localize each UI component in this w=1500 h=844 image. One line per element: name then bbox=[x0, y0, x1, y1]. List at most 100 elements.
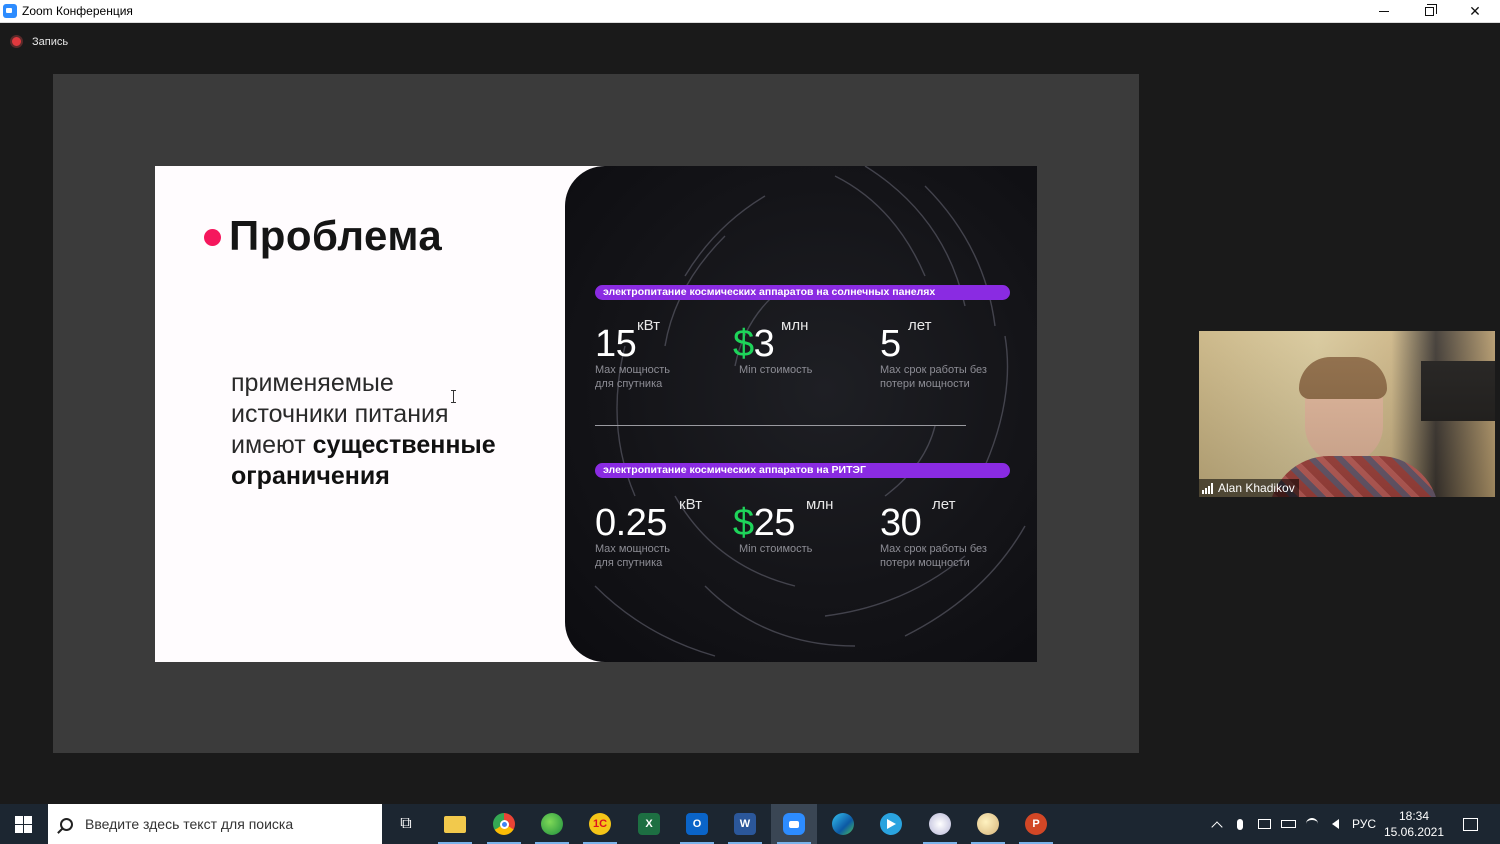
taskbar-app-file-explorer[interactable] bbox=[432, 804, 478, 844]
stat-description: Max мощность для спутника bbox=[595, 363, 725, 391]
restore-icon bbox=[1424, 4, 1437, 16]
task-view-icon: ⧉ bbox=[400, 815, 412, 832]
taskbar-app-maps[interactable] bbox=[529, 804, 575, 844]
stat-unit: лет bbox=[908, 317, 932, 334]
dollar-sign: $ bbox=[733, 502, 754, 544]
language-indicator[interactable]: РУС bbox=[1348, 804, 1380, 844]
taskbar-search[interactable] bbox=[48, 804, 382, 844]
minimize-button[interactable] bbox=[1361, 0, 1407, 23]
stat-number: 3 bbox=[753, 323, 775, 365]
taskbar-app-powerpoint[interactable]: P bbox=[1013, 804, 1059, 844]
stat-description: Min стоимость bbox=[739, 363, 869, 377]
zoom-icon bbox=[783, 813, 805, 835]
title-bullet-icon bbox=[204, 229, 221, 246]
chrome-icon bbox=[493, 813, 515, 835]
wifi-icon bbox=[1306, 818, 1318, 830]
meeting-area: Запись Проблема применяемые источники пи… bbox=[0, 23, 1500, 804]
body-line-3-bold: существенные bbox=[312, 431, 496, 459]
taskbar-app-rocket[interactable] bbox=[917, 804, 963, 844]
body-line-3: имеют существенные bbox=[231, 430, 561, 461]
slide-title: Проблема bbox=[229, 212, 443, 259]
volume-tray-button[interactable] bbox=[1324, 804, 1346, 844]
folder-icon bbox=[444, 815, 466, 833]
desc-line-1: Min стоимость bbox=[739, 364, 813, 376]
recording-label: Запись bbox=[32, 35, 69, 48]
solar-section-label: электропитание космических аппаратов на … bbox=[595, 285, 1010, 300]
stat-solar-cost: $3 млн Min стоимость bbox=[733, 317, 812, 376]
edge-icon bbox=[832, 813, 854, 835]
participant-name: Alan Khadikov bbox=[1218, 481, 1295, 495]
minimize-icon bbox=[1379, 11, 1389, 12]
start-button[interactable] bbox=[0, 804, 47, 844]
desc-line-1: Max срок работы без bbox=[880, 364, 987, 376]
body-line-4: ограничения bbox=[231, 462, 390, 490]
window-titlebar: Zoom Конференция ✕ bbox=[0, 0, 1500, 23]
task-view-button[interactable]: ⧉ bbox=[383, 804, 429, 844]
signal-bars-icon bbox=[1202, 482, 1213, 494]
recording-indicator[interactable]: Запись bbox=[10, 35, 68, 48]
participant-video-tile[interactable]: Alan Khadikov bbox=[1199, 331, 1495, 497]
stat-unit: млн bbox=[806, 496, 834, 513]
language-label: РУС bbox=[1351, 817, 1377, 831]
desc-line-1: Max срок работы без bbox=[880, 543, 987, 555]
taskbar-app-edge[interactable] bbox=[820, 804, 866, 844]
taskbar-app-word[interactable]: W bbox=[722, 804, 768, 844]
taskbar-app-telegram[interactable] bbox=[868, 804, 914, 844]
clock-date: 15.06.2021 bbox=[1383, 825, 1445, 839]
battery-tray-button[interactable] bbox=[1277, 804, 1299, 844]
stat-value: 5 bbox=[880, 323, 901, 365]
microphone-tray-button[interactable] bbox=[1230, 804, 1250, 844]
word-icon: W bbox=[734, 813, 756, 835]
screen-share-area[interactable]: Проблема применяемые источники питания и… bbox=[53, 74, 1139, 753]
taskbar-app-1c[interactable]: 1С bbox=[577, 804, 623, 844]
stat-description: Max срок работы без потери мощности bbox=[880, 363, 1010, 391]
stat-rtg-cost: $25 млн Min стоимость bbox=[733, 496, 833, 555]
maximize-button[interactable] bbox=[1406, 0, 1452, 23]
monitor-icon bbox=[1257, 819, 1271, 829]
search-icon bbox=[60, 817, 73, 831]
taskbar-app-zoom[interactable] bbox=[771, 804, 817, 844]
record-icon bbox=[10, 35, 23, 48]
battery-icon bbox=[1280, 820, 1296, 828]
clock-time: 18:34 bbox=[1398, 809, 1430, 823]
stat-description: Max мощность для спутника bbox=[595, 542, 725, 570]
taskbar-clock[interactable]: 18:34 15.06.2021 bbox=[1381, 808, 1447, 840]
network-tray-button[interactable] bbox=[1253, 804, 1275, 844]
body-line-1: применяемые bbox=[231, 369, 394, 397]
text-cursor-icon bbox=[451, 390, 457, 403]
stat-unit: кВт bbox=[679, 496, 702, 513]
stat-solar-power: 15 кВт Max мощность для спутника bbox=[595, 317, 670, 390]
taskbar-app-outlook[interactable]: O bbox=[674, 804, 720, 844]
dollar-sign: $ bbox=[733, 323, 754, 365]
windows-logo-icon bbox=[15, 815, 32, 833]
notifications-button[interactable] bbox=[1455, 804, 1485, 844]
1c-icon: 1С bbox=[589, 813, 611, 835]
stat-value: $25 bbox=[733, 502, 795, 544]
desc-line-2: для спутника bbox=[595, 378, 663, 390]
video-overlay bbox=[1199, 331, 1495, 497]
globe-icon bbox=[541, 813, 563, 835]
stat-unit: млн bbox=[781, 317, 809, 334]
show-hidden-icons-button[interactable] bbox=[1206, 804, 1228, 844]
taskbar-app-excel[interactable]: X bbox=[626, 804, 672, 844]
desc-line-1: Min стоимость bbox=[739, 543, 813, 555]
space-panel: электропитание космических аппаратов на … bbox=[565, 166, 1037, 662]
windows-taskbar: ⧉ 1С X O W P РУС 18:34 15.0 bbox=[0, 804, 1500, 844]
wifi-tray-button[interactable] bbox=[1301, 804, 1323, 844]
speaker-icon bbox=[1331, 819, 1339, 829]
participant-name-label: Alan Khadikov bbox=[1199, 479, 1299, 497]
rocket-icon bbox=[929, 813, 951, 835]
star-trails-background bbox=[594, 166, 1026, 657]
search-input[interactable] bbox=[85, 816, 375, 832]
taskbar-app-paint[interactable] bbox=[965, 804, 1011, 844]
taskbar-app-chrome[interactable] bbox=[481, 804, 527, 844]
close-button[interactable]: ✕ bbox=[1452, 0, 1498, 23]
body-line-2: источники питания bbox=[231, 400, 449, 428]
chevron-up-icon bbox=[1211, 820, 1223, 833]
desc-line-2: потери мощности bbox=[880, 378, 970, 390]
stat-value: 0.25 bbox=[595, 502, 667, 544]
body-line-3-regular: имеют bbox=[231, 431, 313, 459]
stat-description: Max срок работы без потери мощности bbox=[880, 542, 1010, 570]
stat-value: 30 bbox=[880, 502, 922, 544]
microphone-icon bbox=[1237, 818, 1243, 830]
